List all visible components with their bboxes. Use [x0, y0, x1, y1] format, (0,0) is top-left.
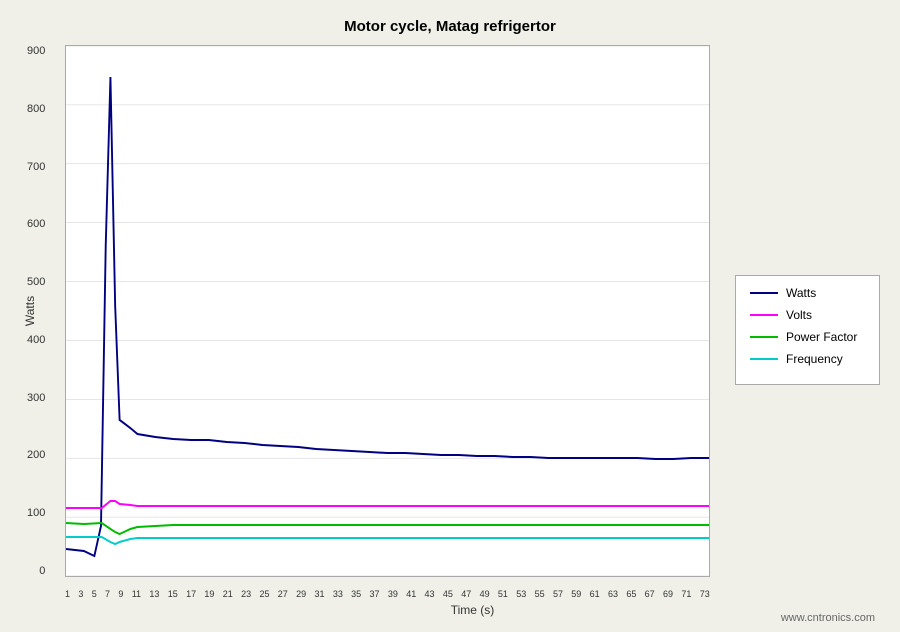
chart-container: Motor cycle, Matag refrigertor Watts	[0, 0, 900, 632]
legend-label-watts: Watts	[786, 286, 816, 300]
legend-label-frequency: Frequency	[786, 352, 843, 366]
chart-area: Watts	[65, 45, 880, 577]
legend-item-frequency: Frequency	[750, 352, 865, 366]
legend-item-power-factor: Power Factor	[750, 330, 865, 344]
legend-line-volts	[750, 314, 778, 316]
chart-svg	[66, 46, 709, 576]
legend-label-power-factor: Power Factor	[786, 330, 857, 344]
legend-item-watts: Watts	[750, 286, 865, 300]
x-axis-label: Time (s)	[451, 603, 495, 617]
legend-line-power-factor	[750, 336, 778, 338]
watts-line	[66, 77, 709, 556]
y-axis-ticks: 900 800 700 600 500 400 300 200 100 0	[27, 45, 45, 577]
legend-item-volts: Volts	[750, 308, 865, 322]
frequency-line	[66, 537, 709, 544]
chart-plot-area	[65, 45, 710, 577]
legend-line-frequency	[750, 358, 778, 360]
x-axis-ticks: 1 3 5 7 9 11 13 15 17 19 21 23 25 27 29 …	[65, 589, 710, 599]
legend-label-volts: Volts	[786, 308, 812, 322]
legend-line-watts	[750, 292, 778, 294]
chart-title: Motor cycle, Matag refrigertor	[0, 0, 900, 35]
watermark: www.cntronics.com	[781, 612, 875, 624]
legend-box: Watts Volts Power Factor Frequency	[735, 275, 880, 385]
volts-line	[66, 501, 709, 508]
power-factor-line	[66, 523, 709, 534]
